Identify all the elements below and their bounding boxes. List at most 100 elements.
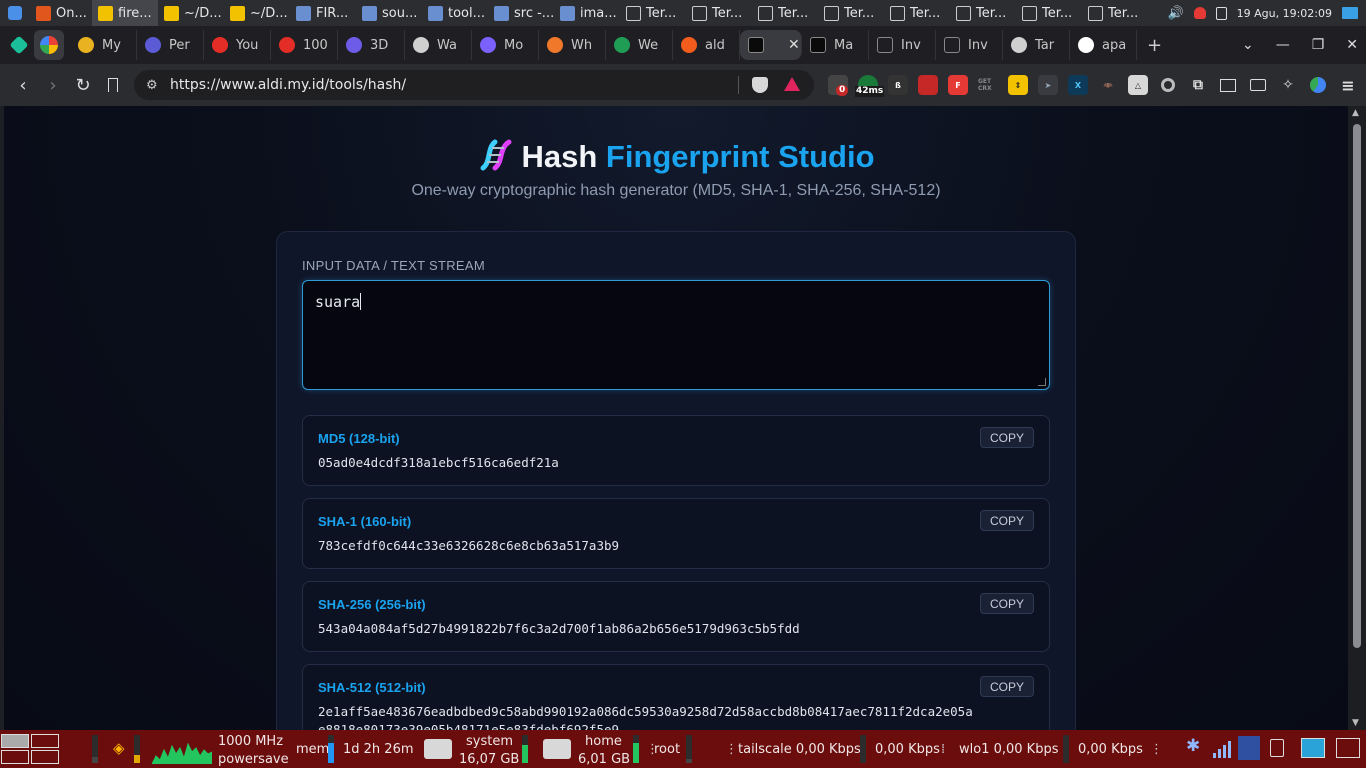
sidebar-toggle-icon[interactable] [1218,75,1238,95]
browser-tab-9[interactable]: ald [673,30,740,60]
hash-value[interactable]: 783cefdf0c644c33e6326628c6e8cb63a517a3b9 [318,538,619,553]
x-extension-icon[interactable]: X [1068,75,1088,95]
page-scrollbar[interactable]: ▲ ▼ [1348,106,1366,730]
wallet-icon[interactable] [1248,75,1268,95]
puzzle-extensions-icon[interactable]: ⧉ [1188,75,1208,95]
os-task-9[interactable]: Ter... [620,0,686,26]
os-task-0[interactable]: On... [30,0,92,26]
tab-search-chevron-icon[interactable]: ⌄ [1242,37,1254,53]
browser-tab-12[interactable]: Inv [869,30,936,60]
workspace-3[interactable] [1,750,29,764]
leo-ai-icon[interactable]: ✧ [1278,75,1298,95]
os-task-6[interactable]: tool... [422,0,488,26]
show-desktop-icon[interactable] [1342,7,1358,19]
triangle-extension-icon[interactable]: △ [1128,75,1148,95]
copy-sha1-button[interactable]: COPY [980,510,1034,531]
browser-tab-8[interactable]: We [606,30,673,60]
forward-button[interactable]: › [38,70,68,100]
workspace-2[interactable] [31,734,59,748]
f-extension-icon[interactable]: ß [888,75,908,95]
back-button[interactable]: ‹ [8,70,38,100]
brave-tray-icon[interactable]: ◈ [113,741,125,756]
ping-extension-icon[interactable]: 42ms [855,75,885,97]
hash-value[interactable]: 2e1aff5ae483676eadbdbed9c58abd990192a086… [318,704,973,719]
browser-menu-icon[interactable]: ≡ [1338,75,1358,95]
bookmark-button[interactable] [98,70,128,100]
browser-tab-2[interactable]: You [204,30,271,60]
clock[interactable]: 19 Agu, 19:02:09 [1237,7,1332,20]
os-task-2[interactable]: ~/D... [158,0,224,26]
record-extension-icon[interactable] [1158,75,1178,95]
trash-extension-icon[interactable]: 0 [828,75,849,96]
volume-icon[interactable]: 🔊 [1167,6,1183,21]
desktop-icon[interactable] [1336,738,1360,758]
os-task-3[interactable]: ~/D... [224,0,290,26]
url-text[interactable]: https://www.aldi.my.id/tools/hash/ [170,77,406,93]
os-task-1[interactable]: fire... [92,0,158,26]
brave-rewards-icon[interactable] [784,77,800,91]
close-window-button[interactable]: ✕ [1346,37,1358,53]
hash-value-line2[interactable]: e8818e80173e39e05b48171e5e83fdebf692f5e9 [318,722,619,730]
copy-sha512-button[interactable]: COPY [980,676,1034,697]
get-crx-extension-icon[interactable]: GET CRX [978,75,998,95]
text-input[interactable]: suara [302,280,1050,390]
browser-tab-0[interactable]: My [70,30,137,60]
red-square-extension-icon[interactable] [918,75,938,95]
copy-md5-button[interactable]: COPY [980,427,1034,448]
hash-value[interactable]: 05ad0e4dcdf318a1ebcf516ca6edf21a [318,455,559,470]
yellow-extension-icon[interactable]: ⇕ [1008,75,1028,95]
browser-tab-7[interactable]: Wh [539,30,606,60]
browser-tab-14[interactable]: Tar [1003,30,1070,60]
cursor-extension-icon[interactable]: ➤ [1038,75,1058,95]
os-task-7[interactable]: src -... [488,0,554,26]
browser-tab-15[interactable]: apa [1070,30,1137,60]
browser-tab-5[interactable]: Wa [405,30,472,60]
reload-button[interactable]: ↻ [68,70,98,100]
network-signal-icon[interactable] [1213,740,1231,758]
notification-bell-icon[interactable] [1193,7,1206,19]
os-task-10[interactable]: Ter... [686,0,752,26]
brave-shields-icon[interactable] [752,77,768,93]
new-tab-button[interactable]: + [1147,35,1162,56]
bluetooth-icon[interactable]: ✱ [1186,738,1200,755]
os-task-14[interactable]: Ter... [950,0,1016,26]
os-task-15[interactable]: Ter... [1016,0,1082,26]
os-task-8[interactable]: ima... [554,0,620,26]
os-task-11[interactable]: Ter... [752,0,818,26]
browser-tab-1[interactable]: Per [137,30,204,60]
browser-tab-6[interactable]: Mo [472,30,539,60]
clipboard-tray-icon[interactable] [1270,739,1284,757]
maximize-button[interactable]: ❐ [1312,37,1325,53]
address-bar[interactable]: ⚙ https://www.aldi.my.id/tools/hash/ [134,70,814,100]
browser-tab-4[interactable]: 3D [338,30,405,60]
site-settings-icon[interactable]: ⚙ [146,78,170,93]
bat-extension-icon[interactable]: 🦇 [1098,75,1118,95]
profile-icon[interactable] [1308,75,1328,95]
os-task-5[interactable]: sou... [356,0,422,26]
screen-icon[interactable] [1301,738,1325,758]
browser-tab-10[interactable]: ✕ [740,30,802,60]
close-tab-icon[interactable]: ✕ [788,37,800,53]
os-task-12[interactable]: Ter... [818,0,884,26]
pinned-tab-2[interactable] [34,30,64,60]
hash-value[interactable]: 543a04a084af5d27b4991822b7f6c3a2d700f1ab… [318,621,800,636]
browser-tab-3[interactable]: 100 [271,30,338,60]
scroll-down-arrow-icon[interactable]: ▼ [1352,718,1359,728]
resize-handle[interactable] [1038,378,1046,386]
scroll-up-arrow-icon[interactable]: ▲ [1352,108,1359,118]
minimize-button[interactable]: — [1276,37,1290,53]
copy-sha256-button[interactable]: COPY [980,593,1034,614]
browser-tab-11[interactable]: Ma [802,30,869,60]
clipboard-icon[interactable] [1215,6,1227,20]
pinned-tab-1[interactable] [4,30,34,60]
workspace-1[interactable] [1,734,29,748]
flipboard-extension-icon[interactable]: F [948,75,968,95]
os-task-4[interactable]: FIR... [290,0,356,26]
app-menu-button[interactable] [0,0,30,26]
scrollbar-thumb[interactable] [1353,124,1361,648]
pager-icon[interactable] [1238,736,1260,760]
browser-tab-13[interactable]: Inv [936,30,1003,60]
os-task-16[interactable]: Ter... [1082,0,1148,26]
workspace-4[interactable] [31,750,59,764]
os-task-13[interactable]: Ter... [884,0,950,26]
